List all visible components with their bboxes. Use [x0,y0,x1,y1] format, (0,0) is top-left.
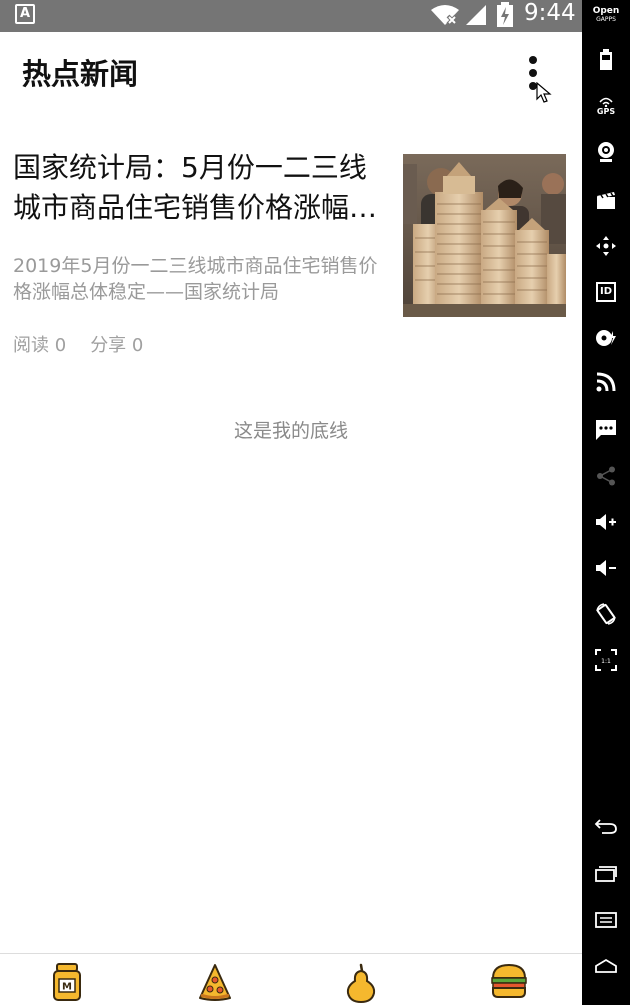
status-time: 9:44 [524,0,576,26]
status-bar: A 9:44 [0,0,582,32]
recents-icon[interactable] [582,856,630,892]
app-notification-icon: A [15,4,35,24]
menu-dot [529,69,537,77]
burger-icon[interactable] [490,962,530,1004]
news-thumbnail [403,154,566,317]
pizza-icon[interactable] [197,962,237,1004]
battery-icon[interactable] [582,42,630,78]
home-icon[interactable] [582,948,630,984]
rotate-icon[interactable] [582,596,630,632]
clapper-icon[interactable] [582,182,630,218]
id-icon[interactable]: ID [582,274,630,310]
svg-text:M: M [62,982,72,993]
camera-icon[interactable] [582,134,630,170]
menu-icon[interactable] [582,902,630,938]
page-title: 热点新闻 [22,57,139,91]
back-icon[interactable] [582,808,630,844]
phone-screen: A 9:44 热点新闻 国家统计局：5月份一二三线城市商品住宅销售价格涨幅总 2… [0,0,582,1005]
pear-icon[interactable] [344,962,384,1004]
bottom-navigation: M [0,953,582,1005]
app-bar: 热点新闻 [0,32,582,116]
share-icon[interactable] [582,458,630,494]
news-list-item[interactable]: 国家统计局：5月份一二三线城市商品住宅销售价格涨幅总体稳定 2019年5月份一二… [0,140,582,380]
move-icon[interactable] [582,228,630,264]
menu-dot [529,56,537,64]
share-count[interactable]: 分享 0 [90,335,143,356]
disk-icon[interactable] [582,320,630,356]
opengapps-logo: Open GAPPS [592,6,620,23]
mouse-cursor-icon [536,82,552,103]
signal-icon [466,5,486,25]
wifi-off-icon [431,5,459,26]
end-of-list-text: 这是我的底线 [233,420,348,442]
read-count: 阅读 0 [13,335,67,356]
news-meta: 阅读 0 分享 0 [13,334,143,358]
gps-icon[interactable]: GPS [582,88,630,124]
svg-text:1:1: 1:1 [601,658,611,665]
volume-up-icon[interactable] [582,504,630,540]
rss-icon[interactable] [582,364,630,400]
battery-charging-icon [497,2,513,27]
sms-icon[interactable] [582,412,630,448]
honey-jar-icon[interactable]: M [50,962,90,1004]
news-summary: 2019年5月份一二三线城市商品住宅销售价格涨幅总体稳定——国家统计局 [13,255,378,303]
news-title: 国家统计局：5月份一二三线城市商品住宅销售价格涨幅总体稳定 [13,151,378,224]
volume-down-icon[interactable] [582,550,630,586]
emulator-sidebar: Open GAPPS GPS ID 1:1 [582,0,630,1005]
scale-icon[interactable]: 1:1 [582,642,630,678]
